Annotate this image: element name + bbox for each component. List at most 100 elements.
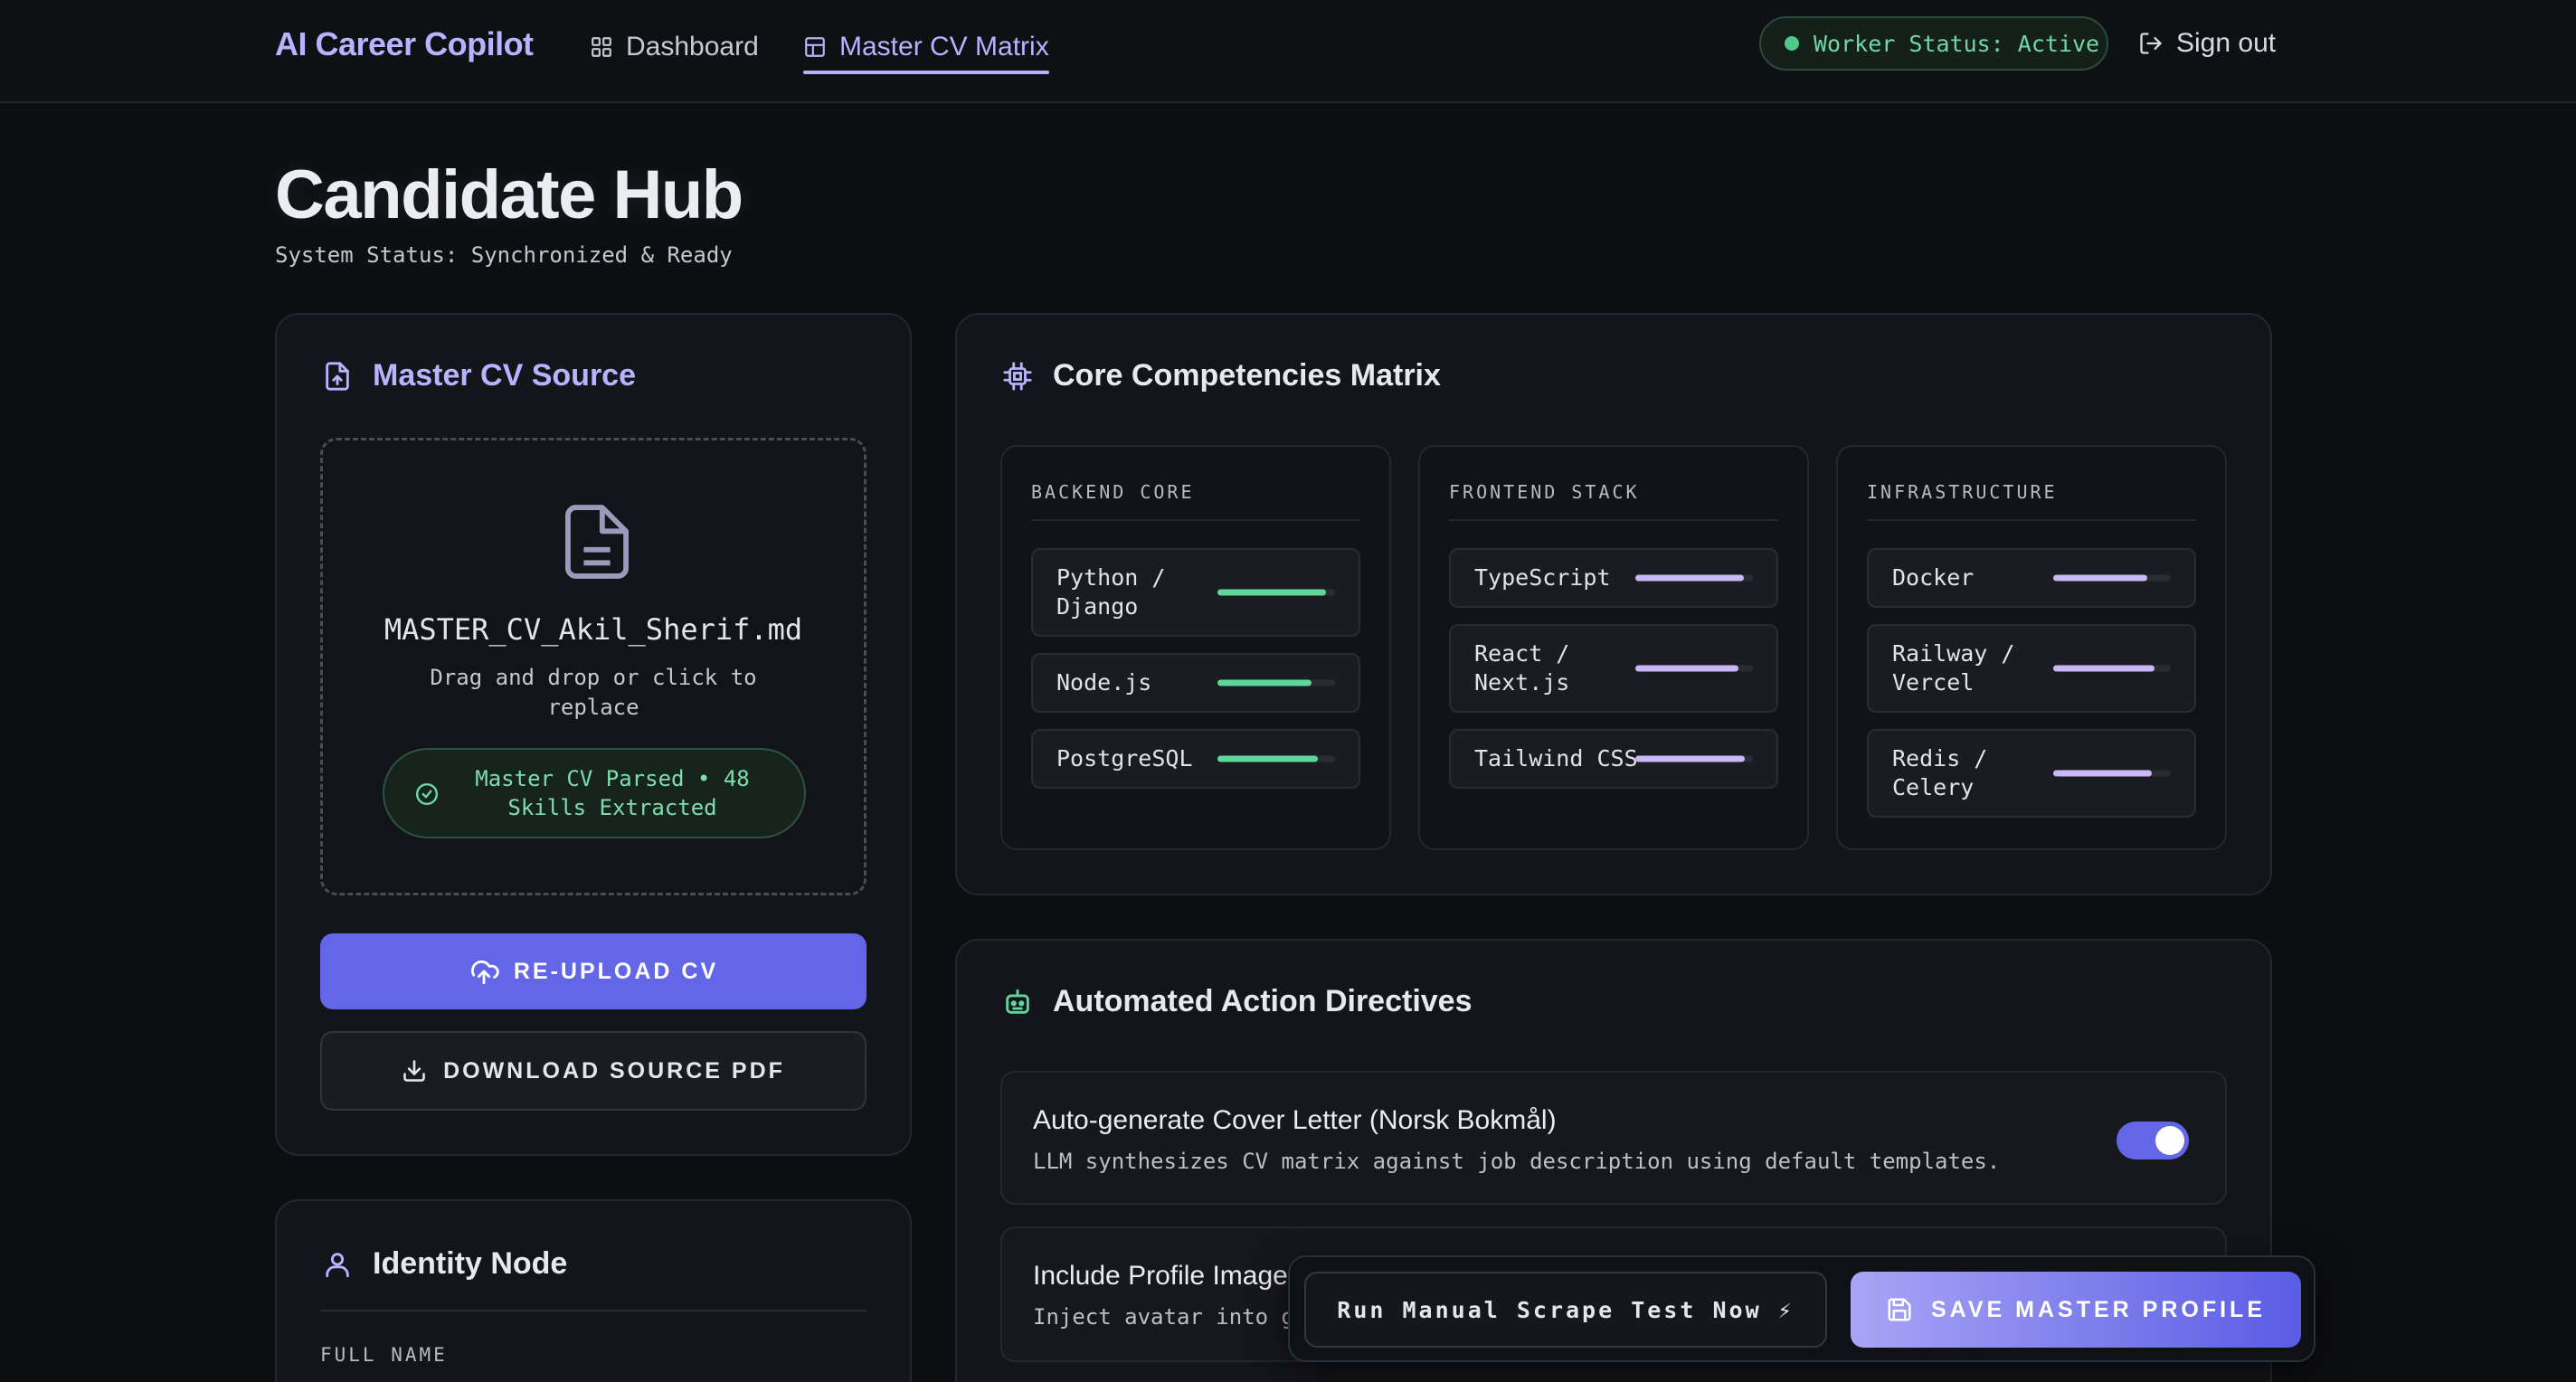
skill-item: Node.js [1031,653,1360,713]
skill-item: PostgreSQL [1031,729,1360,789]
skill-item: React / Next.js [1449,624,1778,713]
skill-item: Docker [1867,548,2196,608]
system-status-text: System Status: Synchronized & Ready [275,242,733,268]
skill-level-bar [2053,770,2171,777]
worker-status-badge: Worker Status: Active [1759,16,2108,71]
core-competencies-heading: Core Competencies Matrix [1002,358,1441,393]
competency-column-frontend: FRONTEND STACK TypeScript React / Next.j… [1418,445,1809,850]
skill-level-fill [1635,665,1739,672]
skill-level-fill [1635,574,1744,582]
download-source-pdf-button[interactable]: DOWNLOAD SOURCE PDF [320,1031,867,1111]
skill-level-fill [2053,574,2147,582]
skill-name: Node.js [1056,669,1152,696]
column-heading: INFRASTRUCTURE [1867,481,2058,503]
cv-dropzone[interactable]: MASTER_CV_Akil_Sherif.md Drag and drop o… [320,438,867,895]
divider [1449,519,1778,521]
skill-name: Tailwind CSS [1474,745,1638,771]
cover-letter-toggle[interactable] [2117,1122,2189,1160]
page-title: Candidate Hub [275,156,743,233]
parsed-status-badge: Master CV Parsed • 48 Skills Extracted [383,748,806,838]
skill-level-bar [1217,679,1335,686]
skill-name: Redis / Celery [1892,745,1988,800]
skill-level-bar [2053,665,2171,672]
table-icon [805,37,825,57]
competency-column-backend: BACKEND CORE Python / Django Node.js Pos… [1000,445,1391,850]
skill-level-bar [1635,574,1753,582]
skill-level-fill [2053,665,2155,672]
skill-level-fill [2053,770,2153,777]
skill-level-bar [1635,665,1753,672]
reupload-cv-button[interactable]: RE-UPLOAD CV [320,933,867,1009]
worker-status-text: Worker Status: Active [1814,30,2100,57]
skill-name: Python / Django [1056,564,1166,620]
full-name-label: FULL NAME [320,1344,448,1366]
skill-name: React / Next.js [1474,640,1570,696]
skill-item: TypeScript [1449,548,1778,608]
skill-level-bar [1217,589,1335,596]
button-label: RE-UPLOAD CV [513,958,719,984]
nav-link-label: Dashboard [626,32,759,62]
column-heading: BACKEND CORE [1031,481,1195,503]
run-manual-scrape-button[interactable]: Run Manual Scrape Test Now ⚡ [1304,1272,1827,1348]
skill-level-fill [1635,755,1745,762]
check-circle-icon [415,782,439,806]
grid-icon [592,37,611,57]
parsed-status-text: Master CV Parsed • 48 Skills Extracted [475,766,750,820]
skill-item: Tailwind CSS [1449,729,1778,789]
skill-level-fill [1217,679,1312,686]
brand-logo[interactable]: AI Career Copilot [275,25,534,63]
skill-name: Railway / Vercel [1892,640,2015,696]
skill-level-fill [1217,755,1318,762]
divider [1031,519,1360,521]
dropzone-hint: Drag and drop or click to replace [430,665,757,720]
skill-name: TypeScript [1474,564,1611,591]
document-icon [565,505,629,579]
directive-description: Inject avatar into g [1033,1304,1294,1330]
card-title-text: Core Competencies Matrix [1053,358,1441,393]
divider [1867,519,2196,521]
button-label: DOWNLOAD SOURCE PDF [443,1057,785,1084]
directive-description: LLM synthesizes CV matrix against job de… [1033,1149,2001,1174]
nav-link-dashboard[interactable]: Dashboard [590,27,759,67]
button-label: SAVE MASTER PROFILE [1930,1296,2266,1322]
card-title-text: Identity Node [373,1246,568,1281]
skill-level-fill [1217,589,1326,596]
floating-action-bar: Run Manual Scrape Test Now ⚡ SAVE MASTER… [1288,1255,2316,1362]
nav-link-label: Master CV Matrix [839,32,1049,62]
robot-icon [1006,989,1029,1014]
skill-item: Redis / Celery [1867,729,2196,818]
skill-level-bar [2053,574,2171,582]
cv-file-name: MASTER_CV_Akil_Sherif.md [384,612,803,647]
file-upload-icon [326,361,349,391]
skill-name: Docker [1892,564,1975,591]
top-nav: AI Career Copilot Dashboard Master CV Ma… [0,0,2576,103]
save-icon [1888,1298,1911,1321]
cpu-icon [1003,361,1032,391]
directive-title: Auto-generate Cover Letter (Norsk Bokmål… [1033,1105,1557,1135]
identity-node-heading: Identity Node [322,1246,567,1282]
divider [320,1310,867,1311]
skill-level-bar [1635,755,1753,762]
sign-out-button[interactable]: Sign out [2138,24,2276,63]
column-heading: FRONTEND STACK [1449,481,1640,503]
user-icon [326,1252,349,1277]
cloud-upload-icon [470,960,499,985]
skill-level-bar [1217,755,1335,762]
directive-cover-letter: Auto-generate Cover Letter (Norsk Bokmål… [1000,1071,2227,1205]
card-title-text: Master CV Source [373,358,636,393]
skill-name: PostgreSQL [1056,745,1193,771]
save-master-profile-button[interactable]: SAVE MASTER PROFILE [1851,1272,2301,1348]
master-cv-source-heading: Master CV Source [322,358,636,393]
directive-title: Include Profile Image [1033,1261,1288,1291]
toggle-knob [2155,1126,2184,1155]
sign-out-label: Sign out [2176,28,2277,58]
download-icon [403,1060,425,1082]
competency-column-infrastructure: INFRASTRUCTURE Docker Railway / Vercel R… [1836,445,2227,850]
nav-link-master-cv-matrix[interactable]: Master CV Matrix [803,27,1049,74]
logout-icon [2140,33,2162,54]
skill-item: Railway / Vercel [1867,624,2196,713]
card-title-text: Automated Action Directives [1053,984,1473,1018]
automated-action-directives-heading: Automated Action Directives [1002,984,1473,1019]
status-dot-icon [1785,36,1799,51]
skill-item: Python / Django [1031,548,1360,637]
